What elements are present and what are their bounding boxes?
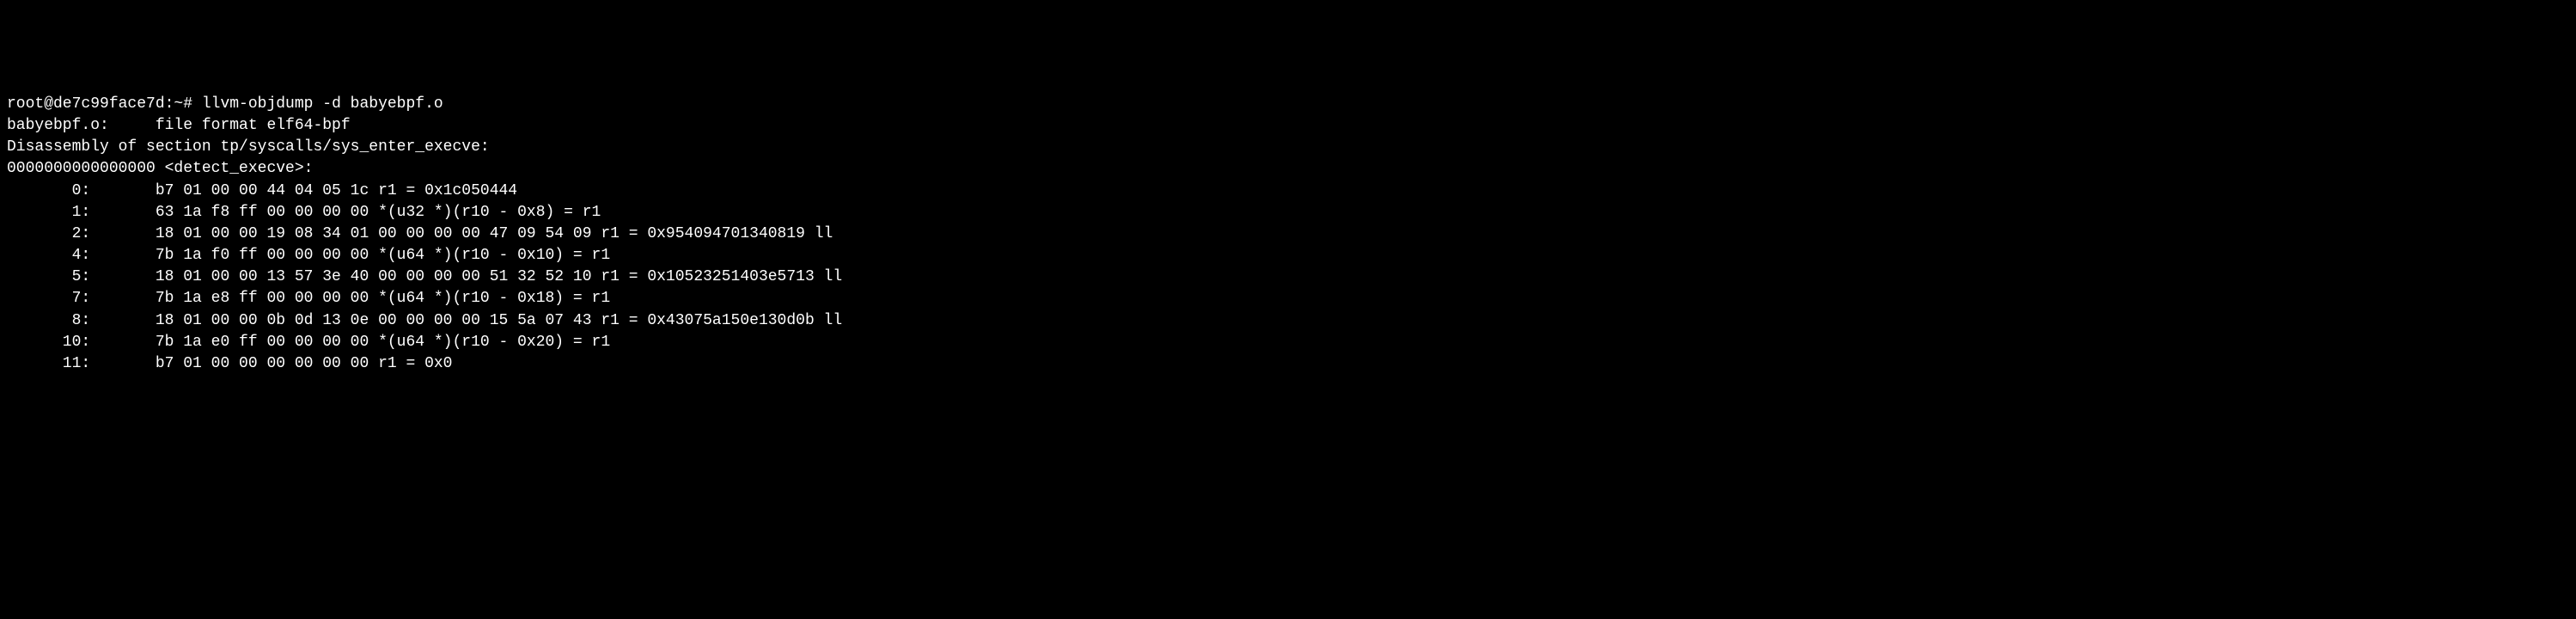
instruction-line: 2: 18 01 00 00 19 08 34 01 00 00 00 00 4… <box>7 224 2569 245</box>
instruction-line: 0: b7 01 00 00 44 04 05 1c r1 = 0x1c0504… <box>7 181 2569 202</box>
shell-command: llvm-objdump -d babyebpf.o <box>202 95 443 113</box>
terminal-output: root@de7c99face7d:~# llvm-objdump -d bab… <box>7 94 2569 375</box>
instruction-line: 7: 7b 1a e8 ff 00 00 00 00 *(u64 *)(r10 … <box>7 288 2569 310</box>
instruction-line: 4: 7b 1a f0 ff 00 00 00 00 *(u64 *)(r10 … <box>7 245 2569 267</box>
instruction-line: 11: b7 01 00 00 00 00 00 00 r1 = 0x0 <box>7 353 2569 375</box>
instruction-line: 8: 18 01 00 00 0b 0d 13 0e 00 00 00 00 1… <box>7 310 2569 332</box>
instruction-line: 10: 7b 1a e0 ff 00 00 00 00 *(u64 *)(r10… <box>7 332 2569 353</box>
command-line: root@de7c99face7d:~# llvm-objdump -d bab… <box>7 94 2569 115</box>
file-format-line: babyebpf.o: file format elf64-bpf <box>7 115 2569 137</box>
function-label: 0000000000000000 <detect_execve>: <box>7 158 2569 180</box>
instruction-line: 1: 63 1a f8 ff 00 00 00 00 *(u32 *)(r10 … <box>7 202 2569 224</box>
disassembly-section-header: Disassembly of section tp/syscalls/sys_e… <box>7 137 2569 158</box>
shell-prompt: root@de7c99face7d:~# <box>7 95 202 113</box>
instruction-line: 5: 18 01 00 00 13 57 3e 40 00 00 00 00 5… <box>7 267 2569 288</box>
